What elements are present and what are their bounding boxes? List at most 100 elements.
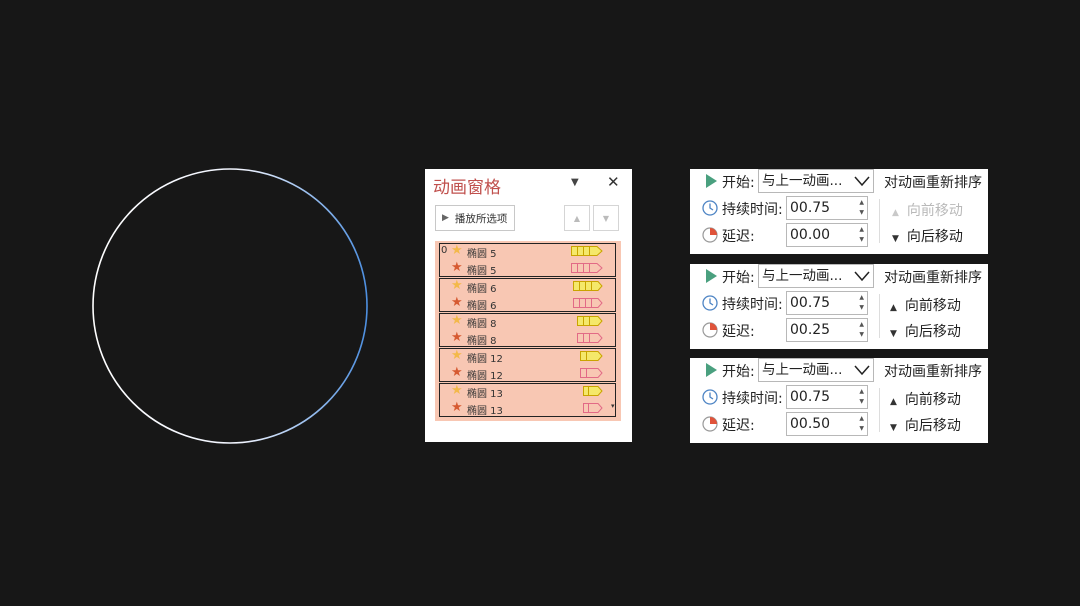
move-later-button[interactable]: ▼ 向后移动	[890, 321, 961, 341]
animation-item[interactable]: ★ 椭圆 12	[435, 348, 621, 365]
delay-value: 00.00	[790, 227, 831, 243]
clock-icon	[702, 200, 718, 216]
reorder-title: 对动画重新排序	[884, 364, 982, 380]
animation-item[interactable]: ★ 椭圆 12	[435, 365, 621, 382]
play-icon	[706, 174, 717, 188]
delay-label: 延迟:	[722, 324, 755, 340]
delay-input[interactable]: 00.00 ▲ ▼	[786, 223, 868, 247]
up-triangle-icon: ▲	[890, 397, 897, 407]
duration-input[interactable]: 00.75 ▲ ▼	[786, 196, 868, 220]
duration-input[interactable]: 00.75 ▲ ▼	[786, 291, 868, 315]
animation-item[interactable]: ★ 椭圆 8	[435, 330, 621, 347]
timing-bar	[583, 386, 603, 396]
play-icon	[706, 363, 717, 377]
delay-label: 延迟:	[722, 229, 755, 245]
spinner-arrows-icon[interactable]: ▲ ▼	[859, 225, 864, 245]
duration-label: 持续时间:	[722, 297, 783, 313]
delay-icon	[702, 227, 718, 243]
delay-value: 00.25	[790, 322, 831, 338]
up-triangle-icon: ▲	[892, 208, 899, 218]
animation-item-label: 椭圆 6	[467, 301, 497, 312]
move-earlier-label: 向前移动	[906, 203, 963, 219]
animation-item-label: 椭圆 8	[467, 336, 497, 347]
start-select[interactable]: 与上一动画...	[758, 169, 874, 193]
start-label: 开始:	[722, 364, 755, 380]
emphasis-star-icon: ★	[451, 383, 463, 398]
timing-panel-1: 开始: 与上一动画... 对动画重新排序 持续时间: 00.75 ▲ ▼ 延迟: …	[690, 169, 988, 254]
animation-item[interactable]: ★ 椭圆 8	[435, 313, 621, 330]
delay-input[interactable]: 00.50 ▲ ▼	[786, 412, 868, 436]
emphasis-star-icon: ★	[451, 365, 463, 380]
start-select[interactable]: 与上一动画...	[758, 358, 874, 382]
emphasis-star-icon: ★	[451, 295, 463, 310]
start-label: 开始:	[722, 175, 755, 191]
spinner-arrows-icon[interactable]: ▲ ▼	[859, 387, 864, 407]
divider	[879, 199, 880, 243]
move-earlier-button[interactable]: ▲ 向前移动	[892, 200, 963, 220]
duration-value: 00.75	[790, 389, 831, 405]
emphasis-star-icon: ★	[451, 330, 463, 345]
reorder-title: 对动画重新排序	[884, 270, 982, 286]
move-later-label: 向后移动	[906, 229, 963, 245]
timing-bar	[580, 351, 603, 361]
move-earlier-button[interactable]: ▲ 向前移动	[890, 389, 961, 409]
animation-item[interactable]: 0 ★ 椭圆 5	[435, 243, 621, 260]
divider	[879, 388, 880, 432]
animation-item[interactable]: ★ 椭圆 6	[435, 278, 621, 295]
animation-item-label: 椭圆 13	[467, 406, 503, 417]
spinner-arrows-icon[interactable]: ▲ ▼	[859, 414, 864, 434]
down-triangle-icon: ▼	[602, 213, 610, 223]
emphasis-star-icon: ★	[451, 348, 463, 363]
chevron-down-icon	[854, 176, 870, 187]
play-icon: ▶	[442, 213, 449, 223]
start-select[interactable]: 与上一动画...	[758, 264, 874, 288]
animation-item-label: 椭圆 13	[467, 389, 503, 400]
move-up-button[interactable]: ▲	[564, 205, 590, 231]
play-selected-button[interactable]: ▶ 播放所选项	[435, 205, 515, 231]
circle-shape[interactable]	[90, 166, 370, 446]
move-later-button[interactable]: ▼ 向后移动	[890, 415, 961, 435]
emphasis-star-icon: ★	[451, 243, 463, 258]
start-value: 与上一动画...	[762, 173, 843, 189]
emphasis-star-icon: ★	[451, 313, 463, 328]
animation-item-label: 椭圆 6	[467, 284, 497, 295]
move-down-button[interactable]: ▼	[593, 205, 619, 231]
move-earlier-button[interactable]: ▲ 向前移动	[890, 295, 961, 315]
move-earlier-label: 向前移动	[904, 298, 961, 314]
duration-value: 00.75	[790, 295, 831, 311]
item-dropdown-icon[interactable]: ▾	[611, 402, 615, 410]
move-later-button[interactable]: ▼ 向后移动	[892, 226, 963, 246]
delay-label: 延迟:	[722, 418, 755, 434]
animation-item[interactable]: ★ 椭圆 5	[435, 260, 621, 277]
emphasis-star-icon: ★	[451, 260, 463, 275]
close-icon[interactable]: ✕	[607, 173, 620, 191]
caret-down-icon[interactable]: ▼	[571, 177, 579, 188]
timing-bar	[583, 403, 603, 413]
delay-icon	[702, 416, 718, 432]
animation-item[interactable]: ★ 椭圆 13 ▾	[435, 400, 621, 417]
duration-label: 持续时间:	[722, 391, 783, 407]
up-triangle-icon: ▲	[573, 213, 581, 223]
start-value: 与上一动画...	[762, 268, 843, 284]
timing-panel-2: 开始: 与上一动画... 对动画重新排序 持续时间: 00.75 ▲ ▼ 延迟: …	[690, 264, 988, 349]
spinner-arrows-icon[interactable]: ▲ ▼	[859, 198, 864, 218]
animation-item-label: 椭圆 5	[467, 249, 497, 260]
delay-input[interactable]: 00.25 ▲ ▼	[786, 318, 868, 342]
timing-panel-3: 开始: 与上一动画... 对动画重新排序 持续时间: 00.75 ▲ ▼ 延迟: …	[690, 358, 988, 443]
timing-bar	[580, 368, 603, 378]
animation-item[interactable]: ★ 椭圆 6	[435, 295, 621, 312]
spinner-arrows-icon[interactable]: ▲ ▼	[859, 293, 864, 313]
timing-bar	[571, 263, 603, 273]
animation-item[interactable]: ★ 椭圆 13	[435, 383, 621, 400]
animation-list: 0 ★ 椭圆 5 ★ 椭圆 5 ★ 椭圆 6 ★ 椭圆 6 ★ 椭圆 8 ★ 椭…	[435, 241, 621, 421]
chevron-down-icon	[854, 271, 870, 282]
start-value: 与上一动画...	[762, 362, 843, 378]
play-icon	[706, 269, 717, 283]
animation-item-label: 椭圆 12	[467, 354, 503, 365]
emphasis-star-icon: ★	[451, 278, 463, 293]
clock-icon	[702, 389, 718, 405]
animation-item-label: 椭圆 5	[467, 266, 497, 277]
pane-title: 动画窗格	[433, 178, 501, 198]
duration-input[interactable]: 00.75 ▲ ▼	[786, 385, 868, 409]
spinner-arrows-icon[interactable]: ▲ ▼	[859, 320, 864, 340]
